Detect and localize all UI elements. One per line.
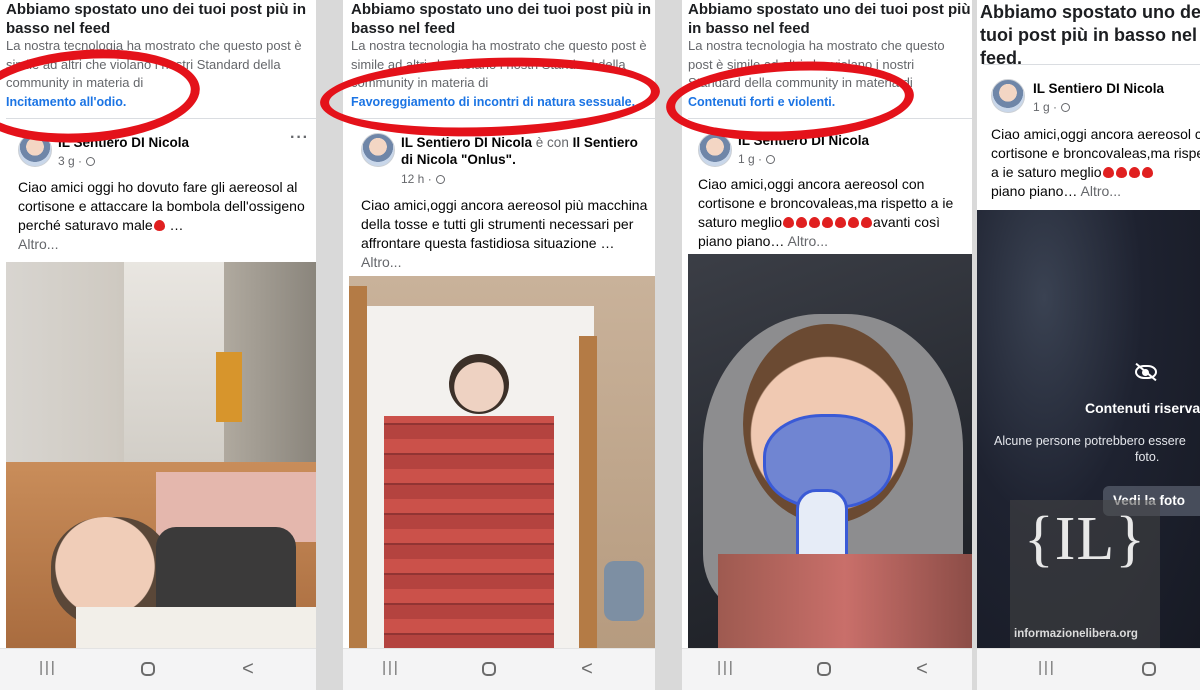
watermark-logo-mark: {IL} bbox=[1023, 505, 1147, 573]
screenshot-panel-1: Abbiamo spostato uno dei tuoi post più i… bbox=[0, 0, 316, 690]
post-card: IL Sentiero DI Nicola 1 g · Ciao amici,o… bbox=[983, 64, 1200, 210]
strawberry-emoji-icon bbox=[1115, 167, 1127, 178]
post-time: 1 g · bbox=[738, 152, 776, 166]
author-name[interactable]: IL Sentiero DI Nicola bbox=[1033, 80, 1164, 97]
home-icon bbox=[817, 662, 831, 676]
home-button[interactable] bbox=[128, 659, 168, 681]
author-avatar[interactable] bbox=[991, 79, 1025, 113]
strawberry-emoji-icon bbox=[1128, 167, 1140, 178]
globe-icon bbox=[86, 157, 96, 166]
post-card: IL Sentiero DI Nicola 1 g · Ciao amici,o… bbox=[688, 118, 972, 649]
post-photo[interactable] bbox=[688, 254, 972, 649]
strawberry-emoji-icon bbox=[783, 217, 795, 228]
notice-body: La nostra tecnologia ha mostrato che que… bbox=[351, 37, 651, 111]
recent-apps-button[interactable]: ||| bbox=[371, 659, 411, 681]
see-more-link[interactable]: Altro... bbox=[18, 236, 58, 252]
post-time: 3 g · bbox=[58, 154, 96, 168]
violation-category-link[interactable]: Incitamento all'odio. bbox=[6, 93, 312, 112]
author-name[interactable]: IL Sentiero DI Nicola è con Il Sentiero … bbox=[401, 134, 651, 168]
strawberry-emoji-icon bbox=[848, 217, 860, 228]
strawberry-emoji-icon bbox=[1102, 167, 1114, 178]
notice-body: La nostra tecnologia ha mostrato che que… bbox=[6, 37, 312, 111]
home-icon bbox=[1142, 662, 1156, 676]
post-card: IL Sentiero DI Nicola è con Il Sentiero … bbox=[349, 118, 655, 649]
android-nav-bar: ||| < bbox=[682, 648, 972, 690]
post-text: Ciao amici,oggi ancora aereosol con cort… bbox=[991, 126, 1200, 199]
more-options-icon[interactable]: ··· bbox=[290, 129, 309, 147]
see-more-link[interactable]: Altro... bbox=[1077, 183, 1121, 199]
post-text: Ciao amici,oggi ancora aereosol con cort… bbox=[698, 176, 954, 249]
notice-title: Abbiamo spostato uno dei tuoi post più i… bbox=[351, 1, 651, 37]
globe-icon bbox=[435, 175, 445, 184]
see-more-link[interactable]: Altro... bbox=[784, 233, 828, 249]
violation-category-link[interactable]: Favoreggiamento di incontri di natura se… bbox=[351, 93, 651, 112]
strawberry-emoji-icon bbox=[796, 217, 808, 228]
author-avatar[interactable] bbox=[361, 133, 395, 167]
post-text: Ciao amici,oggi ancora aereosol più macc… bbox=[361, 197, 648, 270]
author-avatar[interactable] bbox=[18, 133, 52, 167]
android-nav-bar: ||| < bbox=[343, 648, 655, 690]
watermark-logo: {IL} informazionelibera.org bbox=[1010, 500, 1160, 648]
post-time: 12 h · bbox=[401, 172, 445, 186]
back-button[interactable]: < bbox=[228, 659, 268, 681]
screenshot-panel-2: Abbiamo spostato uno dei tuoi post più i… bbox=[343, 0, 655, 690]
strawberry-emoji-icon bbox=[1141, 167, 1153, 178]
author-name[interactable]: IL Sentiero DI Nicola bbox=[58, 134, 189, 151]
notice-text: La nostra tecnologia ha mostrato che que… bbox=[688, 38, 945, 90]
screenshot-panel-3: Abbiamo spostato uno dei tuoi post più i… bbox=[682, 0, 972, 690]
post-text: Ciao amici oggi ho dovuto fare gli aereo… bbox=[18, 179, 305, 252]
strawberry-emoji-icon bbox=[809, 217, 821, 228]
home-button[interactable] bbox=[469, 659, 509, 681]
watermark-site: informazionelibera.org bbox=[1014, 628, 1138, 640]
post-card: IL Sentiero DI Nicola 3 g · ··· Ciao ami… bbox=[6, 118, 316, 649]
strawberry-emoji-icon bbox=[835, 217, 847, 228]
strawberry-emoji-icon bbox=[153, 220, 165, 231]
back-button[interactable]: < bbox=[902, 659, 942, 681]
strawberry-emoji-icon bbox=[861, 217, 873, 228]
notice-title: Abbiamo spostato uno dei tuoi post più i… bbox=[688, 1, 971, 37]
android-nav-bar: ||| < bbox=[0, 648, 316, 690]
home-icon bbox=[141, 662, 155, 676]
home-button[interactable] bbox=[1129, 659, 1169, 681]
author-avatar[interactable] bbox=[698, 133, 732, 167]
violation-category-link[interactable]: Contenuti forti e violenti. bbox=[688, 93, 968, 112]
sensitive-content-description: Alcune persone potrebbero essere bbox=[994, 434, 1186, 448]
recent-apps-button[interactable]: ||| bbox=[1027, 659, 1067, 681]
post-time: 1 g · bbox=[1033, 100, 1071, 114]
notice-body: La nostra tecnologia ha mostrato che que… bbox=[688, 37, 968, 111]
author-name[interactable]: IL Sentiero DI Nicola bbox=[738, 132, 869, 149]
back-button[interactable]: < bbox=[567, 659, 607, 681]
home-icon bbox=[482, 662, 496, 676]
globe-icon bbox=[766, 155, 776, 164]
notice-text: La nostra tecnologia ha mostrato che que… bbox=[351, 38, 647, 90]
see-more-link[interactable]: Altro... bbox=[361, 254, 401, 270]
notice-text: La nostra tecnologia ha mostrato che que… bbox=[6, 38, 302, 90]
post-photo[interactable] bbox=[349, 276, 655, 649]
notice-title: Abbiamo spostato uno dei tuoi post più i… bbox=[6, 1, 306, 37]
android-nav-bar: ||| bbox=[977, 648, 1200, 690]
globe-icon bbox=[1061, 103, 1071, 112]
sensitive-content-title: Contenuti riservati bbox=[1085, 400, 1200, 416]
recent-apps-button[interactable]: ||| bbox=[706, 659, 746, 681]
sensitive-content-description-2: foto. bbox=[1135, 450, 1160, 464]
notice-title: Abbiamo spostato uno dei tuoi post più i… bbox=[980, 2, 1200, 68]
strawberry-emoji-icon bbox=[822, 217, 834, 228]
post-photo[interactable] bbox=[6, 262, 316, 649]
recent-apps-button[interactable]: ||| bbox=[28, 659, 68, 681]
home-button[interactable] bbox=[804, 659, 844, 681]
